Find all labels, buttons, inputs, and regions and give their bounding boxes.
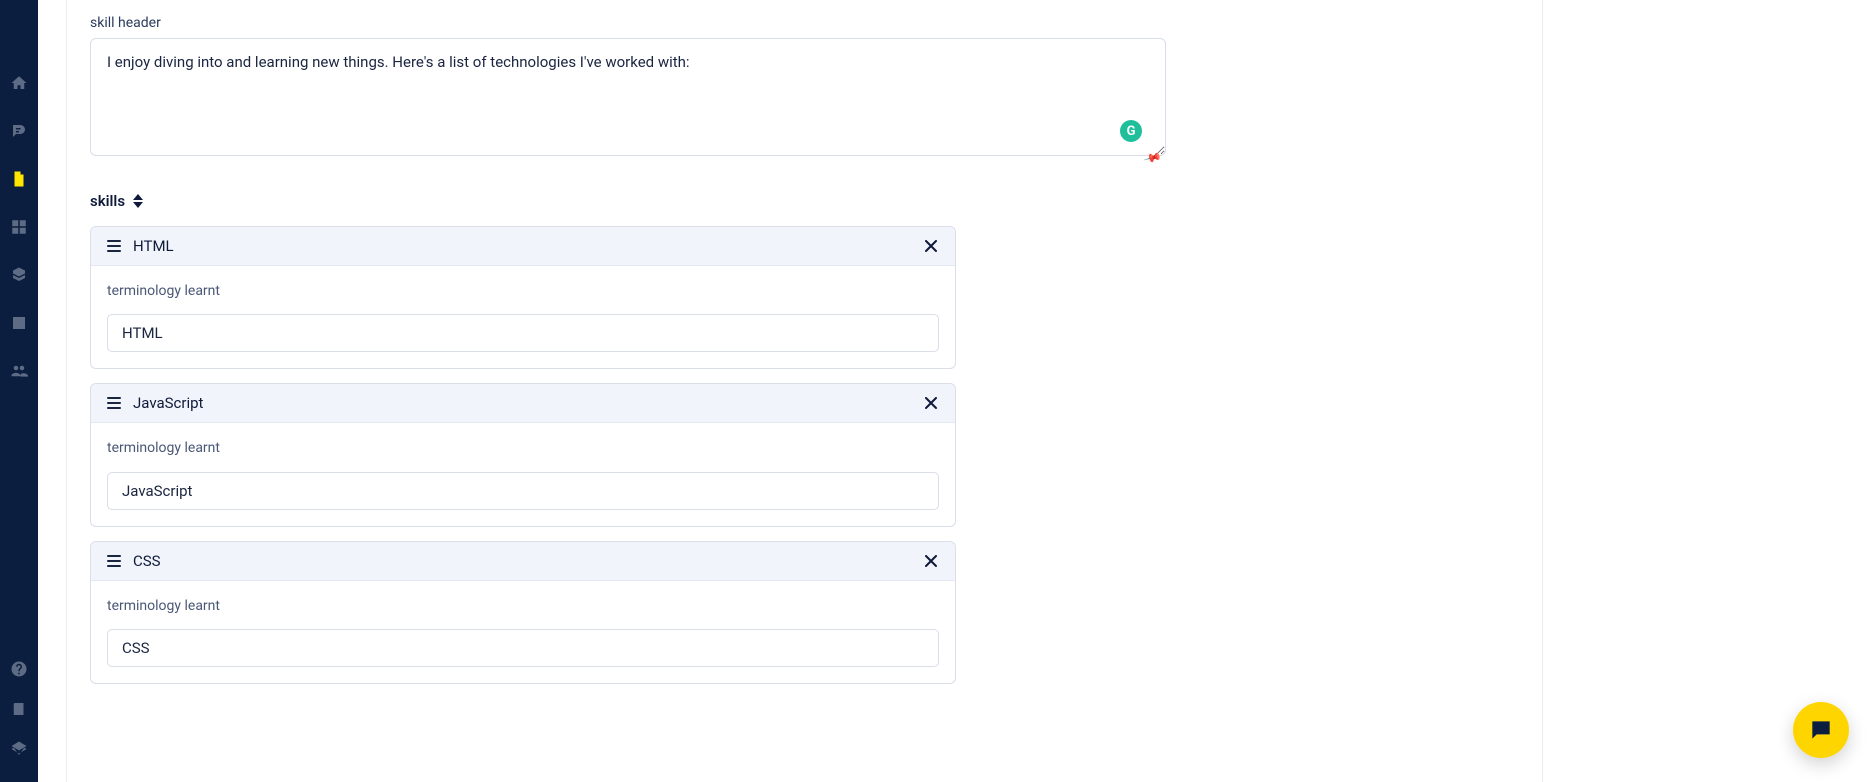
skills-sort-toggle[interactable] (133, 194, 143, 208)
skill-title: JavaScript (133, 394, 911, 412)
skill-header-label: skill header (90, 14, 1166, 32)
drag-handle-icon[interactable] (107, 240, 121, 252)
drag-handle-icon[interactable] (107, 397, 121, 409)
blog-icon[interactable] (10, 122, 28, 140)
skill-card-header[interactable]: HTML (91, 227, 955, 266)
drag-handle-icon[interactable] (107, 555, 121, 567)
components-icon[interactable] (10, 266, 28, 284)
terminology-label: terminology learnt (107, 439, 939, 457)
users-icon[interactable] (10, 362, 28, 380)
skill-card-body: terminology learnt (91, 266, 955, 368)
grid-icon[interactable] (10, 218, 28, 236)
guide-rail-left (66, 0, 67, 782)
skill-card: HTML terminology learnt (90, 226, 956, 369)
chat-fab[interactable] (1793, 702, 1849, 758)
skill-card: CSS terminology learnt (90, 541, 956, 684)
remove-skill-button[interactable] (923, 238, 939, 254)
skills-list: HTML terminology learnt JavaScript terminol… (90, 226, 956, 684)
skill-card-body: terminology learnt (91, 581, 955, 683)
terminology-label: terminology learnt (107, 282, 939, 300)
skill-card-body: terminology learnt (91, 423, 955, 525)
skill-card: JavaScript terminology learnt (90, 383, 956, 526)
skills-section-header: skills (90, 192, 1166, 210)
left-sidebar (0, 0, 38, 782)
sidebar-bottom (10, 660, 28, 782)
skill-title: HTML (133, 237, 911, 255)
terminology-input[interactable] (107, 629, 939, 667)
skill-card-header[interactable]: CSS (91, 542, 955, 581)
skill-header-textarea[interactable] (90, 38, 1166, 156)
terminology-label: terminology learnt (107, 597, 939, 615)
terminology-input[interactable] (107, 314, 939, 352)
remove-skill-button[interactable] (923, 553, 939, 569)
home-icon[interactable] (10, 74, 28, 92)
skill-title: CSS (133, 552, 911, 570)
help-icon[interactable] (10, 660, 28, 678)
page-icon[interactable] (10, 170, 28, 188)
remove-skill-button[interactable] (923, 395, 939, 411)
skill-card-header[interactable]: JavaScript (91, 384, 955, 423)
book-icon[interactable] (10, 700, 28, 718)
layers-icon[interactable] (10, 740, 28, 758)
main-scroll[interactable]: skill header G 📌 skills HTML terminology … (38, 0, 1875, 782)
terminology-input[interactable] (107, 472, 939, 510)
skills-section-title: skills (90, 192, 125, 210)
skill-header-field: G 📌 (90, 38, 1166, 160)
guide-rail-right (1542, 0, 1543, 782)
image-icon[interactable] (10, 314, 28, 332)
